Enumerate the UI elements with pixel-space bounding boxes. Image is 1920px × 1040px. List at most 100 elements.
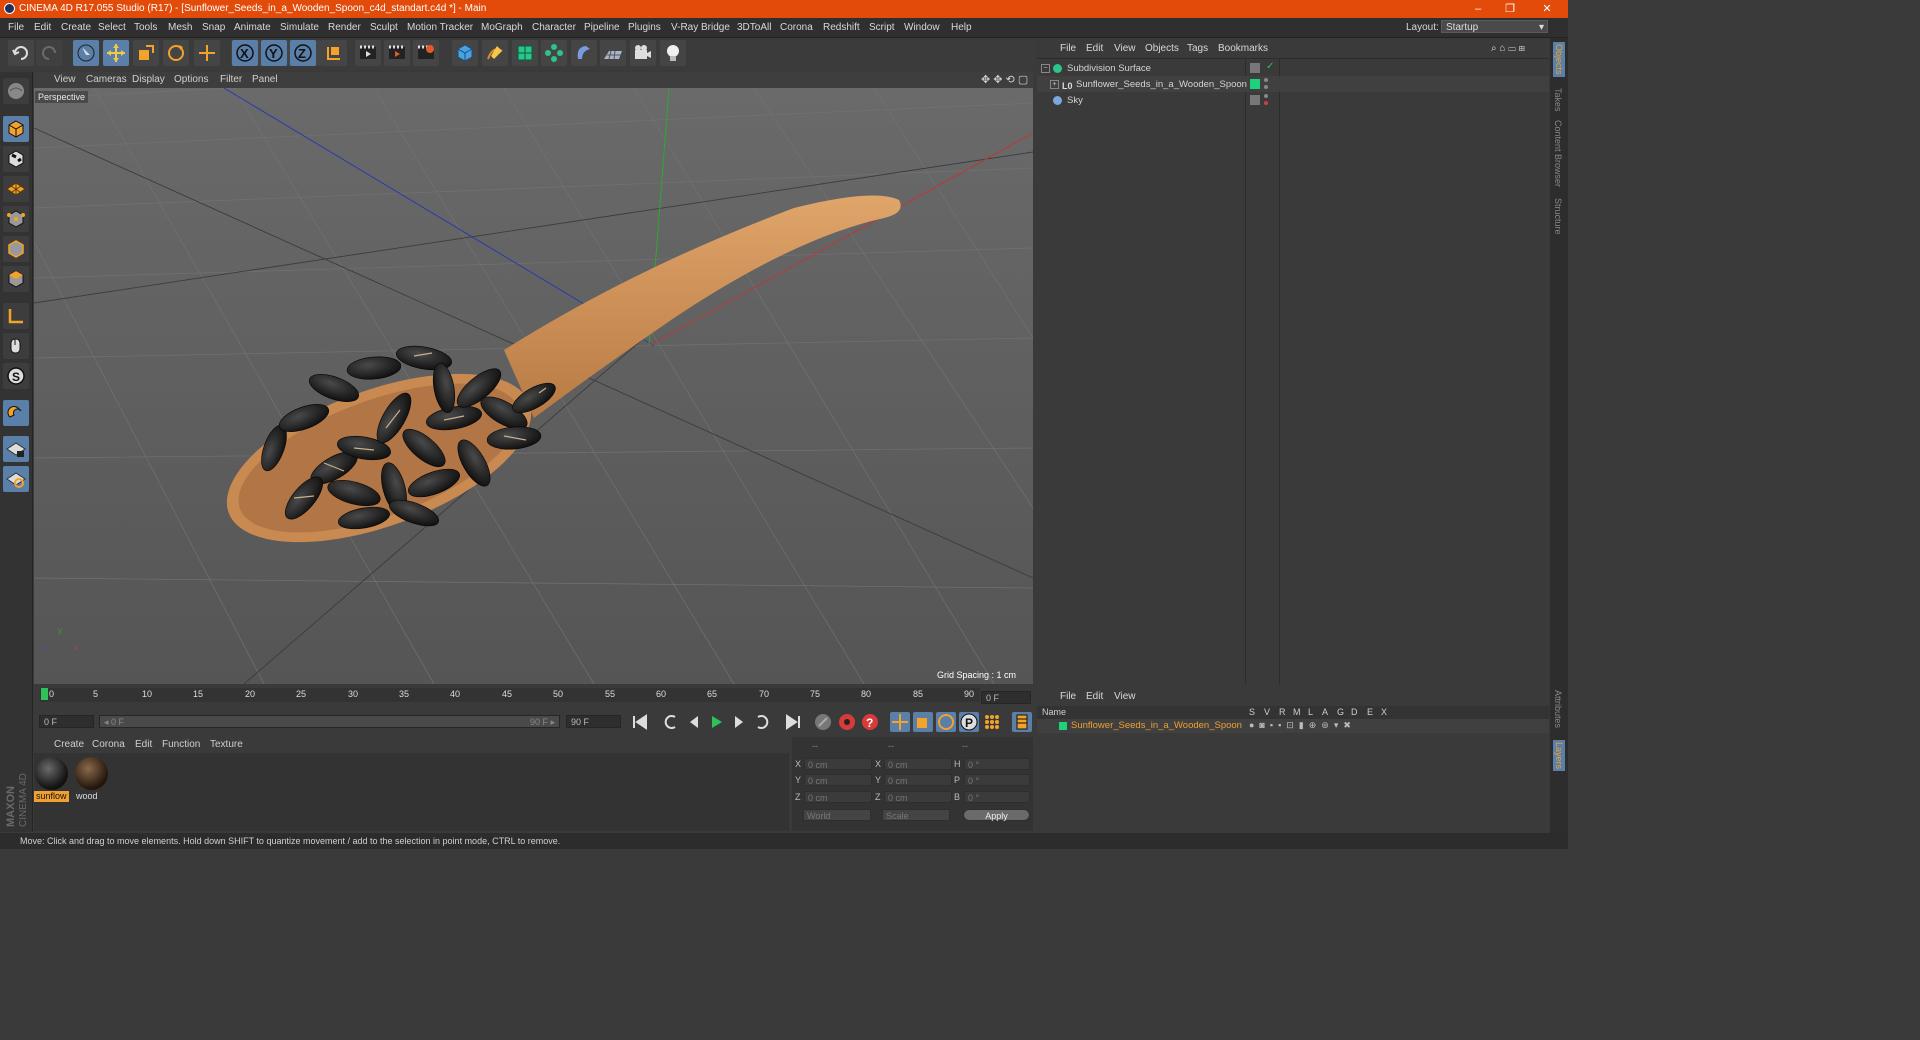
redo-icon[interactable] <box>36 40 62 66</box>
layer-col-r[interactable]: R <box>1279 707 1286 717</box>
floor-icon[interactable] <box>600 40 626 66</box>
menu-character[interactable]: Character <box>532 18 576 37</box>
autokey-icon[interactable] <box>837 712 857 732</box>
layer-menu-view[interactable]: View <box>1114 688 1136 705</box>
tab-attributes[interactable]: Attributes <box>1553 690 1563 728</box>
previous-frame-icon[interactable] <box>684 712 704 732</box>
viewport-menu-filter[interactable]: Filter <box>220 72 242 88</box>
coord-size-z-field[interactable]: 0 cm <box>884 791 952 803</box>
layout-dropdown[interactable]: Startup ▾ <box>1441 20 1548 33</box>
coordinate-system-icon[interactable] <box>321 40 347 66</box>
material-menu-corona[interactable]: Corona <box>92 737 125 753</box>
cube-icon[interactable] <box>452 40 478 66</box>
record-keys-icon[interactable] <box>813 712 833 732</box>
menu-motion-tracker[interactable]: Motion Tracker <box>407 18 473 37</box>
close-button[interactable]: ✕ <box>1532 0 1562 18</box>
material-menu-create[interactable]: Create <box>54 737 84 753</box>
next-frame-icon[interactable] <box>729 712 749 732</box>
timeline-ruler[interactable] <box>34 686 1033 708</box>
coord-rot-p-field[interactable]: 0 ° <box>964 774 1030 786</box>
select-arrow-icon[interactable] <box>73 40 99 66</box>
end-frame-field[interactable]: 90 F <box>566 715 621 728</box>
layer-color-swatch[interactable] <box>1059 722 1067 730</box>
layer-menu-file[interactable]: File <box>1060 688 1076 705</box>
camera-icon[interactable] <box>630 40 656 66</box>
subdivision-icon[interactable] <box>512 40 538 66</box>
object-menu-edit[interactable]: Edit <box>1086 40 1103 57</box>
coord-size-y-field[interactable]: 0 cm <box>884 774 952 786</box>
undo-icon[interactable] <box>8 40 34 66</box>
layer-tag-icon[interactable] <box>1250 63 1260 73</box>
coord-scale-dropdown[interactable]: Scale <box>882 809 950 821</box>
menu-redshift[interactable]: Redshift <box>823 18 860 37</box>
restore-button[interactable]: ❐ <box>1495 0 1525 18</box>
menu-pipeline[interactable]: Pipeline <box>584 18 620 37</box>
layer-col-d[interactable]: D <box>1351 707 1358 717</box>
menu-simulate[interactable]: Simulate <box>280 18 319 37</box>
move-alt-icon[interactable] <box>194 40 220 66</box>
object-menu-file[interactable]: File <box>1060 40 1076 57</box>
material-menu-function[interactable]: Function <box>162 737 200 753</box>
viewport-menu-panel[interactable]: Panel <box>252 72 278 88</box>
play-icon[interactable] <box>706 712 726 732</box>
menu-plugins[interactable]: Plugins <box>628 18 661 37</box>
viewport-nav-icons[interactable]: ✥ ✥ ⟲ ▢ <box>981 72 1028 88</box>
layer-menu-edit[interactable]: Edit <box>1086 688 1103 705</box>
polygons-mode-icon[interactable] <box>3 266 29 292</box>
menu-render[interactable]: Render <box>328 18 361 37</box>
coord-rot-h-field[interactable]: 0 ° <box>964 758 1030 770</box>
menu-corona[interactable]: Corona <box>780 18 813 37</box>
layer-col-a[interactable]: A <box>1322 707 1328 717</box>
apply-button[interactable]: Apply <box>963 809 1030 821</box>
object-manager-tools-icons[interactable]: ⌕ ⌂ ▭ ⊞ <box>1491 40 1525 57</box>
menu-window[interactable]: Window <box>904 18 940 37</box>
y-axis-icon[interactable]: Y <box>261 40 287 66</box>
next-key-icon[interactable] <box>752 712 772 732</box>
layer-col-s[interactable]: S <box>1249 707 1255 717</box>
previous-key-icon[interactable] <box>661 712 681 732</box>
menu-tools[interactable]: Tools <box>134 18 157 37</box>
layer-col-v[interactable]: V <box>1264 707 1270 717</box>
menu-vray-bridge[interactable]: V-Ray Bridge <box>671 18 730 37</box>
viewport-menu-display[interactable]: Display <box>132 72 165 88</box>
coord-pos-y-field[interactable]: 0 cm <box>804 774 872 786</box>
current-frame-field[interactable]: 0 F <box>981 691 1031 704</box>
workplane-icon[interactable] <box>3 176 29 202</box>
material-sunflow[interactable]: sunflow <box>34 756 69 802</box>
move-icon[interactable] <box>103 40 129 66</box>
minimize-button[interactable]: – <box>1463 0 1493 18</box>
go-to-end-icon[interactable] <box>783 712 803 732</box>
menu-sculpt[interactable]: Sculpt <box>370 18 398 37</box>
render-picture-viewer-icon[interactable] <box>384 40 410 66</box>
object-menu-tags[interactable]: Tags <box>1187 40 1208 57</box>
layer-col-l[interactable]: L <box>1308 707 1313 717</box>
menu-3dtoall[interactable]: 3DToAll <box>737 18 771 37</box>
range-slider[interactable]: ◂ 0 F 90 F ▸ <box>99 715 560 728</box>
menu-snap[interactable]: Snap <box>202 18 225 37</box>
tab-content-browser[interactable]: Content Browser <box>1553 120 1563 187</box>
key-scale-icon[interactable] <box>913 712 933 732</box>
layer-row[interactable]: Sunflower_Seeds_in_a_Wooden_Spoon ●◙▪▪⊡▮… <box>1037 719 1549 733</box>
coord-pos-z-field[interactable]: 0 cm <box>804 791 872 803</box>
lock-workplane-icon[interactable] <box>3 436 29 462</box>
editor-visibility-dot-icon[interactable] <box>1264 94 1268 98</box>
enabled-check-icon[interactable]: ✓ <box>1266 61 1274 72</box>
planar-workplane-icon[interactable] <box>3 466 29 492</box>
keyframe-selection-icon[interactable]: ? <box>860 712 880 732</box>
timeline-layout-icon[interactable] <box>1012 712 1032 732</box>
layer-col-g[interactable]: G <box>1337 707 1344 717</box>
coord-rot-b-field[interactable]: 0 ° <box>964 791 1030 803</box>
viewport-menu-view[interactable]: View <box>54 72 76 88</box>
layer-col-m[interactable]: M <box>1293 707 1301 717</box>
light-icon[interactable] <box>660 40 686 66</box>
material-menu-texture[interactable]: Texture <box>210 737 243 753</box>
layer-flag-icons[interactable]: ●◙▪▪⊡▮⊕⊛▾✖ <box>1249 720 1356 731</box>
render-visibility-dot-icon[interactable] <box>1264 101 1268 105</box>
x-axis-icon[interactable]: X <box>232 40 258 66</box>
edges-mode-icon[interactable] <box>3 236 29 262</box>
object-mode-icon[interactable] <box>3 116 29 142</box>
render-view-icon[interactable] <box>355 40 381 66</box>
tab-structure[interactable]: Structure <box>1553 198 1563 235</box>
coord-pos-x-field[interactable]: 0 cm <box>804 758 872 770</box>
tab-objects[interactable]: Objects <box>1553 42 1565 77</box>
